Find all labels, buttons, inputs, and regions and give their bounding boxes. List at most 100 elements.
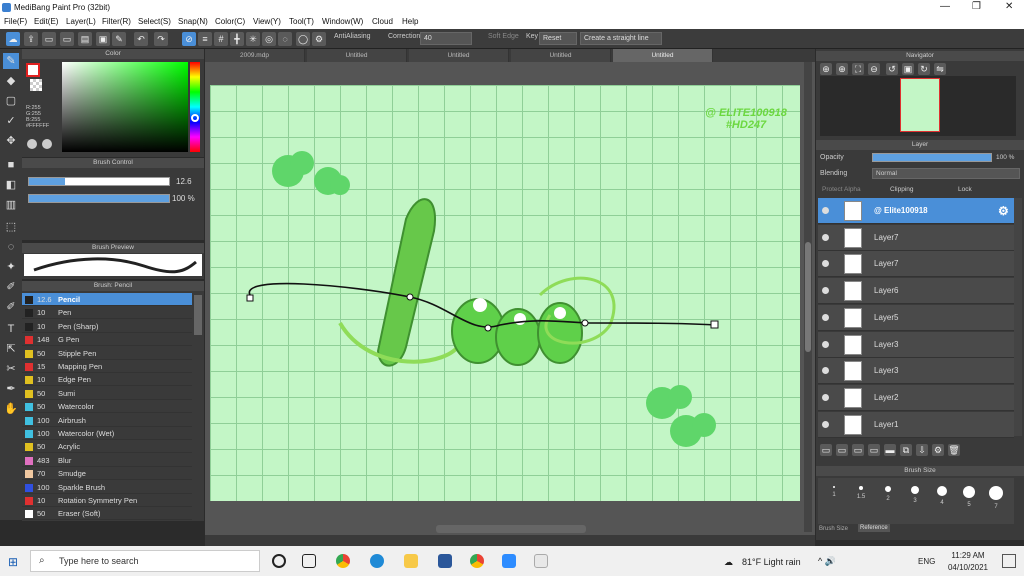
antialias-checkbox[interactable]: AntiAliasing bbox=[334, 33, 371, 40]
protect-alpha-checkbox[interactable]: Protect Alpha bbox=[822, 186, 861, 193]
duplicate-layer-icon[interactable]: ⧉ bbox=[900, 444, 912, 456]
new-1bit-layer-icon[interactable]: ▭ bbox=[852, 444, 864, 456]
share-icon[interactable]: ⇪ bbox=[24, 32, 38, 46]
visibility-icon[interactable] bbox=[822, 207, 829, 214]
visibility-icon[interactable] bbox=[822, 313, 829, 321]
visibility-icon[interactable] bbox=[822, 233, 829, 241]
foreground-color-swatch[interactable] bbox=[26, 63, 40, 77]
brush-opacity-slider[interactable] bbox=[28, 194, 170, 203]
snap-circle-icon[interactable]: ◎ bbox=[262, 32, 276, 46]
layer-row[interactable]: Layer2 bbox=[818, 384, 1014, 411]
windows-start-icon[interactable]: ⊞ bbox=[8, 555, 18, 569]
menu-help[interactable]: Help bbox=[402, 17, 418, 26]
brush-size-cell[interactable]: 4 bbox=[930, 482, 954, 522]
text-tool-icon[interactable]: T bbox=[3, 321, 19, 337]
menu-color[interactable]: Color(C) bbox=[215, 17, 245, 26]
snap-curve-icon[interactable]: ◌ bbox=[278, 32, 292, 46]
clipping-checkbox[interactable]: Clipping bbox=[890, 186, 914, 193]
minimize-button[interactable]: — bbox=[940, 1, 950, 12]
layer-settings-icon[interactable]: ⚙ bbox=[932, 444, 944, 456]
brush-item-acrylic[interactable]: 50 Acrylic bbox=[22, 440, 192, 454]
visibility-icon[interactable] bbox=[822, 287, 829, 295]
brush-item-stipple-pen[interactable]: 50 Stipple Pen bbox=[22, 347, 192, 360]
snap-radial-icon[interactable]: ✳ bbox=[246, 32, 260, 46]
layer-row[interactable]: Layer3 bbox=[818, 358, 1014, 385]
brush-size-cell[interactable]: 2 bbox=[876, 482, 900, 522]
delete-layer-icon[interactable]: 🗑 bbox=[948, 444, 960, 456]
zoom-fit-icon[interactable]: ⊕ bbox=[836, 63, 848, 75]
export-icon[interactable]: ▣ bbox=[96, 32, 110, 46]
flip-icon[interactable]: ⇋ bbox=[934, 63, 946, 75]
color-wheel-icon[interactable] bbox=[27, 139, 37, 149]
brush-item-eraser-soft[interactable]: 50 Eraser (Soft) bbox=[22, 507, 192, 521]
brush-size-cell[interactable]: 3 bbox=[903, 482, 927, 522]
halftone-layer-icon[interactable]: ▭ bbox=[868, 444, 880, 456]
close-button[interactable]: ✕ bbox=[1005, 1, 1013, 12]
brush-item-watercolor[interactable]: 50 Watercolor bbox=[22, 400, 192, 414]
visibility-icon[interactable] bbox=[822, 393, 829, 401]
canvas-horizontal-scrollbar[interactable] bbox=[436, 525, 586, 533]
brush-size-cell[interactable]: 7 bbox=[984, 482, 1008, 522]
clock-date[interactable]: 04/10/2021 bbox=[944, 563, 992, 572]
menu-layer[interactable]: Layer(L) bbox=[66, 17, 96, 26]
canvas-vertical-scrollbar[interactable] bbox=[804, 62, 812, 532]
tab-untitled-3[interactable]: Untitled bbox=[511, 49, 611, 62]
eraser-tool-icon[interactable]: ◆ bbox=[3, 73, 19, 89]
soft-edge-checkbox[interactable]: Soft Edge bbox=[488, 33, 519, 40]
merge-layer-icon[interactable]: ⇩ bbox=[916, 444, 928, 456]
zoom-out-icon[interactable]: ⊖ bbox=[868, 63, 880, 75]
chat-icon[interactable]: ▭ bbox=[60, 32, 74, 46]
taskbar-search[interactable]: ⌕ Type here to search bbox=[30, 550, 260, 572]
snap-grid-icon[interactable]: # bbox=[214, 32, 228, 46]
brush-list-scrollbar[interactable] bbox=[194, 295, 202, 335]
brush-item-pen[interactable]: 10 Pen bbox=[22, 306, 192, 320]
menu-tool[interactable]: Tool(T) bbox=[289, 17, 314, 26]
lasso-tool-icon[interactable]: ◌ bbox=[3, 239, 19, 255]
menu-edit[interactable]: Edit(E) bbox=[34, 17, 58, 26]
layer-row[interactable]: Layer7 bbox=[818, 251, 1014, 278]
lock-checkbox[interactable]: Lock bbox=[958, 186, 972, 193]
move-tool-icon[interactable]: ✥ bbox=[3, 133, 19, 149]
comment-icon[interactable]: ▭ bbox=[42, 32, 56, 46]
brush-item-smudge[interactable]: 70 Smudge bbox=[22, 467, 192, 481]
menu-snap[interactable]: Snap(N) bbox=[178, 17, 208, 26]
fit-window-icon[interactable]: ▣ bbox=[902, 63, 914, 75]
line-tool-icon[interactable]: ✓ bbox=[3, 113, 19, 129]
layer-row[interactable]: @ Elite100918 ⚙ bbox=[818, 198, 1014, 224]
tab-2009[interactable]: 2009.mdp bbox=[205, 49, 305, 62]
bucket-tool-icon[interactable]: ◧ bbox=[3, 177, 19, 193]
blending-select[interactable]: Normal bbox=[872, 168, 1020, 179]
brush-item-watercolor-wet[interactable]: 100 Watercolor (Wet) bbox=[22, 427, 192, 440]
snap-cross-icon[interactable]: ╋ bbox=[230, 32, 244, 46]
brush-item-pen-sharp[interactable]: 10 Pen (Sharp) bbox=[22, 320, 192, 333]
weather-text[interactable]: 81°F Light rain bbox=[742, 557, 801, 567]
select-eraser-tool-icon[interactable]: ✐ bbox=[3, 299, 19, 315]
layer-row[interactable]: Layer1 bbox=[818, 411, 1014, 438]
tab-untitled-4[interactable]: Untitled bbox=[613, 49, 713, 62]
brush-item-mapping-pen[interactable]: 15 Mapping Pen bbox=[22, 360, 192, 373]
file-explorer-icon[interactable] bbox=[404, 554, 418, 568]
layer-row[interactable]: Layer3 bbox=[818, 331, 1014, 358]
undo-icon[interactable]: ↶ bbox=[134, 32, 148, 46]
brush-size-slider[interactable] bbox=[28, 177, 170, 186]
divide-tool-icon[interactable]: ✂ bbox=[3, 361, 19, 377]
menu-select[interactable]: Select(S) bbox=[138, 17, 171, 26]
cortana-icon[interactable] bbox=[272, 554, 286, 568]
brush-item-blur[interactable]: 483 Blur bbox=[22, 454, 192, 467]
visibility-icon[interactable] bbox=[822, 420, 829, 428]
clock-time[interactable]: 11:29 AM bbox=[948, 551, 988, 560]
language-indicator[interactable]: ENG bbox=[918, 557, 935, 566]
notification-icon[interactable] bbox=[1002, 554, 1016, 568]
layer-row[interactable]: Layer6 bbox=[818, 278, 1014, 305]
navigator-view[interactable] bbox=[820, 76, 1016, 136]
menu-view[interactable]: View(Y) bbox=[253, 17, 281, 26]
medibang-icon[interactable] bbox=[534, 554, 548, 568]
brush-item-airbrush[interactable]: 100 Airbrush bbox=[22, 414, 192, 427]
menu-filter[interactable]: Filter(R) bbox=[102, 17, 131, 26]
visibility-icon[interactable] bbox=[822, 367, 829, 375]
background-color-swatch[interactable] bbox=[30, 79, 42, 91]
redo-icon[interactable]: ↷ bbox=[154, 32, 168, 46]
snap-off-icon[interactable]: ⊘ bbox=[182, 32, 196, 46]
brush-item-edge-pen[interactable]: 10 Edge Pen bbox=[22, 373, 192, 387]
rectangle-tool-icon[interactable]: ▢ bbox=[3, 93, 19, 109]
